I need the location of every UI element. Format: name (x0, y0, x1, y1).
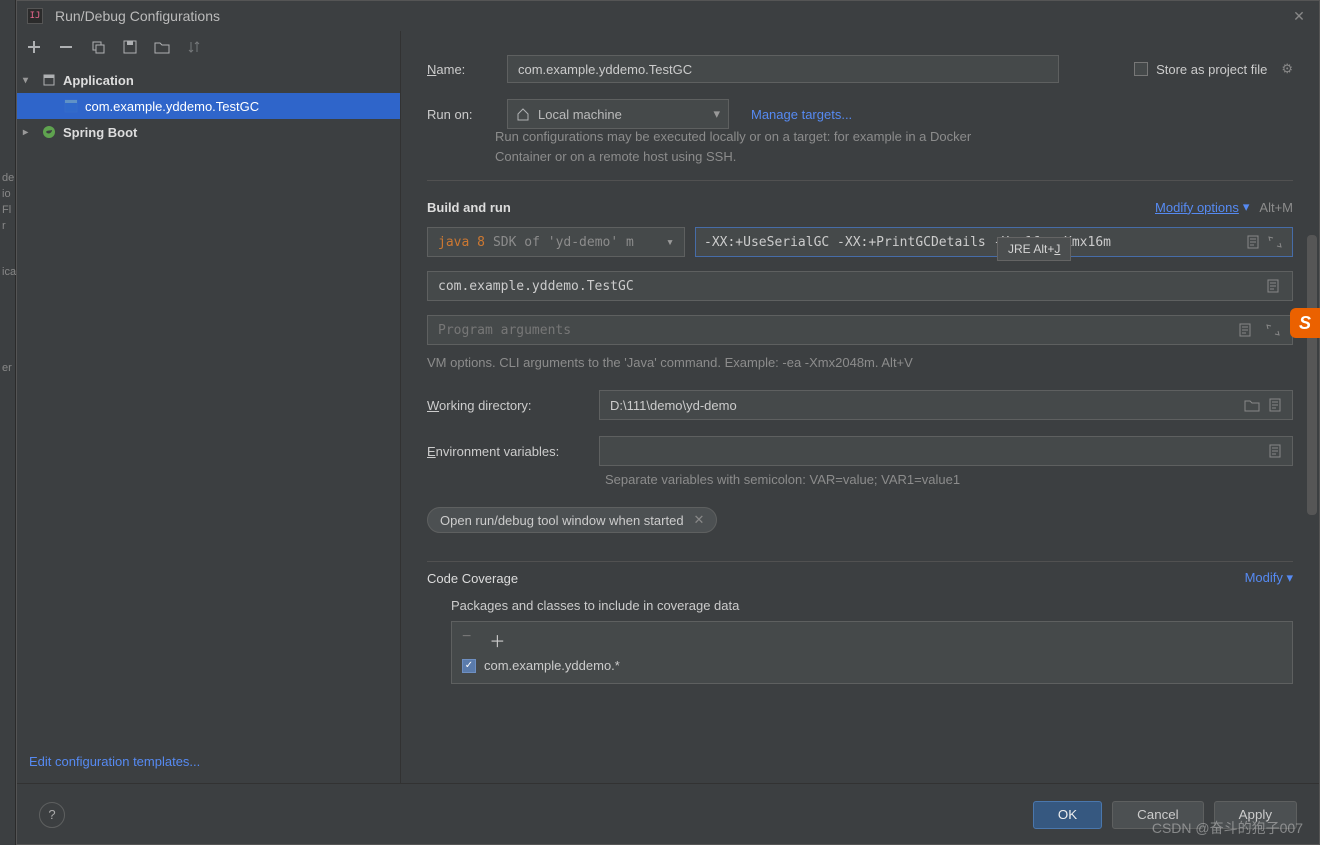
code-coverage-header: Code Coverage Modify ▾ (427, 570, 1293, 586)
config-sidebar: ▾ Application com.example.yddemo.TestGC … (17, 31, 401, 783)
section-separator (427, 561, 1293, 562)
remove-package-icon[interactable]: − (462, 628, 471, 652)
remove-icon[interactable] (57, 38, 75, 56)
main-class-value: com.example.yddemo.TestGC (438, 279, 634, 294)
editor-icon[interactable] (1266, 279, 1282, 293)
expand-icon[interactable] (1268, 235, 1284, 249)
working-directory-input[interactable]: D:\111\demo\yd-demo (599, 390, 1293, 420)
section-separator (427, 180, 1293, 181)
watermark: CSDN @奋斗的狍子007 (1152, 818, 1303, 838)
expand-icon[interactable] (1266, 323, 1282, 337)
env-vars-label: Environment variables: (427, 444, 577, 459)
coverage-title: Code Coverage (427, 571, 518, 586)
java-run-icon (63, 98, 79, 114)
store-as-project-file[interactable]: Store as project file ⚙ (1134, 61, 1293, 77)
env-vars-input[interactable] (599, 436, 1293, 466)
program-arguments-placeholder: Program arguments (438, 323, 571, 338)
chevron-down-icon: ▾ (23, 75, 35, 86)
copy-icon[interactable] (89, 38, 107, 56)
jdk-name: java 8 (438, 235, 485, 250)
gear-icon[interactable]: ⚙ (1281, 61, 1293, 77)
tree-node-application[interactable]: ▾ Application (17, 67, 400, 93)
packages-label: Packages and classes to include in cover… (451, 598, 1293, 613)
package-item[interactable]: ✓ com.example.yddemo.* (462, 658, 1282, 673)
name-label: Name: (427, 62, 485, 77)
env-vars-hint: Separate variables with semicolon: VAR=v… (605, 472, 1293, 487)
help-button[interactable]: ? (39, 802, 65, 828)
jdk-sdk: SDK of 'yd-demo' m (493, 235, 634, 250)
modify-options-link[interactable]: Modify options ▾ (1155, 199, 1249, 215)
checkbox-icon[interactable] (1134, 62, 1148, 76)
chip-label: Open run/debug tool window when started (440, 513, 684, 528)
chevron-right-icon: ▸ (23, 127, 35, 138)
tooltip-jre: JRE Alt+J (997, 237, 1071, 261)
vm-options-hint: VM options. CLI arguments to the 'Java' … (427, 355, 1293, 370)
add-icon[interactable] (25, 38, 43, 56)
sidebar-toolbar (17, 31, 400, 63)
edit-templates-link[interactable]: Edit configuration templates... (17, 744, 400, 783)
manage-targets-link[interactable]: Manage targets... (751, 107, 852, 122)
spring-icon (41, 124, 57, 140)
app-icon: IJ (27, 8, 43, 24)
build-and-run-header: Build and run Modify options ▾ Alt+M (427, 199, 1293, 215)
tree-label: Spring Boot (63, 125, 137, 140)
tree-node-testgc[interactable]: com.example.yddemo.TestGC (17, 93, 400, 119)
ide-left-gutter: de io Fl r ica er (0, 0, 16, 845)
dialog-footer: ? OK Cancel Apply (17, 783, 1319, 845)
titlebar: IJ Run/Debug Configurations ✕ (17, 1, 1319, 31)
package-name: com.example.yddemo.* (484, 658, 620, 673)
tree-label: com.example.yddemo.TestGC (85, 99, 259, 114)
editor-icon[interactable] (1268, 398, 1282, 412)
add-package-icon[interactable]: ＋ (489, 628, 505, 652)
chevron-down-icon: ▾ (666, 235, 674, 250)
run-debug-configurations-dialog: IJ Run/Debug Configurations ✕ ▾ Applicat… (16, 0, 1320, 845)
dialog-title: Run/Debug Configurations (55, 8, 1289, 24)
section-title: Build and run (427, 200, 511, 215)
coverage-modify-link[interactable]: Modify ▾ (1245, 570, 1293, 586)
application-icon (41, 72, 57, 88)
config-tree: ▾ Application com.example.yddemo.TestGC … (17, 63, 400, 744)
run-on-dropdown[interactable]: Local machine ▾ (507, 99, 729, 129)
packages-list: − ＋ ✓ com.example.yddemo.* (451, 621, 1293, 684)
folder-icon[interactable] (153, 38, 171, 56)
checkbox-checked-icon[interactable]: ✓ (462, 659, 476, 673)
vm-options-value: -XX:+UseSerialGC -XX:+PrintGCDetails -Xm… (704, 235, 1238, 250)
browse-folder-icon[interactable] (1244, 398, 1260, 412)
editor-icon[interactable] (1268, 444, 1282, 458)
editor-icon[interactable] (1246, 235, 1262, 249)
config-form: Name: Store as project file ⚙ Run on: Lo… (401, 31, 1319, 783)
chevron-down-icon: ▾ (1243, 199, 1250, 215)
run-on-value: Local machine (538, 107, 622, 122)
modify-shortcut: Alt+M (1259, 200, 1293, 215)
tree-label: Application (63, 73, 134, 88)
ok-button[interactable]: OK (1033, 801, 1102, 829)
vm-options-input[interactable]: -XX:+UseSerialGC -XX:+PrintGCDetails -Xm… (695, 227, 1293, 257)
main-class-input[interactable]: com.example.yddemo.TestGC (427, 271, 1293, 301)
working-directory-value: D:\111\demo\yd-demo (610, 398, 737, 413)
scrollbar-thumb[interactable] (1307, 235, 1317, 515)
home-icon (516, 107, 530, 121)
run-on-hint: Run configurations may be executed local… (495, 127, 1015, 166)
jre-dropdown[interactable]: java 8 SDK of 'yd-demo' m ▾ (427, 227, 685, 257)
working-dir-label: Working directory: (427, 398, 577, 413)
name-input[interactable] (507, 55, 1059, 83)
tree-node-spring-boot[interactable]: ▸ Spring Boot (17, 119, 400, 145)
program-arguments-input[interactable]: Program arguments (427, 315, 1293, 345)
save-icon[interactable] (121, 38, 139, 56)
chevron-down-icon: ▾ (713, 106, 720, 122)
sort-icon[interactable] (185, 38, 203, 56)
close-icon[interactable]: ✕ (1289, 8, 1309, 25)
run-on-label: Run on: (427, 107, 485, 122)
editor-icon[interactable] (1238, 323, 1254, 337)
remove-chip-icon[interactable]: ✕ (694, 512, 705, 528)
option-chip-open-tool-window[interactable]: Open run/debug tool window when started … (427, 507, 717, 533)
sogou-ime-icon: S (1290, 308, 1320, 338)
